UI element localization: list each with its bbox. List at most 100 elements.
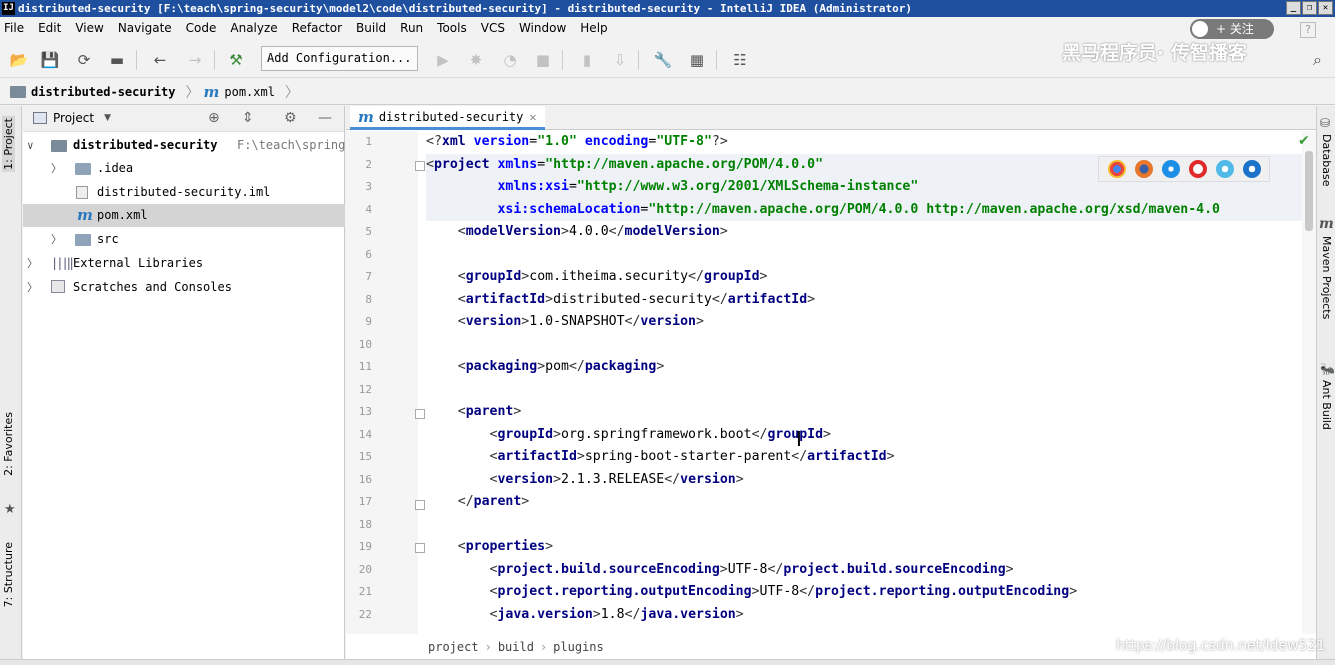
locate-icon[interactable]: ⊕ <box>208 110 220 126</box>
fold-marker-icon[interactable] <box>415 500 425 510</box>
breadcrumb-item[interactable]: build <box>498 640 534 654</box>
toolbar-separator <box>638 50 639 70</box>
structure-tool-button[interactable]: 7: Structure <box>2 542 15 607</box>
fold-marker-icon[interactable] <box>415 543 425 553</box>
open-folder-icon[interactable]: 📂 <box>9 50 29 70</box>
menu-navigate[interactable]: Navigate <box>118 21 172 35</box>
line-number: 16 <box>358 472 372 486</box>
fold-marker-icon[interactable] <box>415 409 425 419</box>
tree-item-scratches[interactable]: 〉 Scratches and Consoles <box>23 276 345 299</box>
sync-icon[interactable]: ⟳ <box>74 50 94 70</box>
tree-item-pom[interactable]: m pom.xml <box>23 204 345 227</box>
ant-build-tool-button[interactable]: Ant Build <box>1320 380 1333 430</box>
close-tab-icon[interactable]: ✕ <box>529 110 536 124</box>
follow-label: + 关注 <box>1216 22 1254 36</box>
vcs-update-icon[interactable]: ▮ <box>577 50 597 70</box>
menu-tools[interactable]: Tools <box>437 21 467 35</box>
module-folder-icon <box>51 140 67 152</box>
breadcrumb-item[interactable]: plugins <box>553 640 604 654</box>
chevron-right-icon[interactable]: 〉 <box>27 276 38 299</box>
breadcrumb-item[interactable]: project <box>428 640 479 654</box>
line-number: 19 <box>358 540 372 553</box>
collapse-all-icon[interactable]: ⇕ <box>242 110 254 126</box>
vcs-commit-icon[interactable]: ⇩ <box>610 50 630 70</box>
menu-run[interactable]: Run <box>400 21 423 35</box>
menu-code[interactable]: Code <box>186 21 217 35</box>
settings-wrench-icon[interactable]: 🔧 <box>653 50 673 70</box>
project-view-selector[interactable]: Project ▼ <box>33 111 111 125</box>
menu-vcs[interactable]: VCS <box>481 21 505 35</box>
navigation-bar: distributed-security 〉 m pom.xml 〉 <box>0 79 1335 105</box>
menu-window[interactable]: Window <box>519 21 566 35</box>
xml-breadcrumb: project › build › plugins <box>428 636 604 658</box>
add-configuration-button[interactable]: Add Configuration... <box>261 46 418 71</box>
folder-icon[interactable]: ▬ <box>107 50 127 70</box>
tree-item-idea[interactable]: 〉 .idea <box>23 157 345 180</box>
menu-build[interactable]: Build <box>356 21 386 35</box>
save-all-icon[interactable]: 💾 <box>40 50 60 70</box>
code-area[interactable]: <?xml version="1.0" encoding="UTF-8"?> <… <box>426 131 1302 634</box>
build-hammer-icon[interactable]: ⚒ <box>226 50 246 70</box>
iml-file-icon <box>76 186 88 199</box>
nav-file[interactable]: m pom.xml <box>204 83 275 101</box>
scrollbar-thumb[interactable] <box>1305 151 1313 231</box>
tree-item-src[interactable]: 〉 src <box>23 228 345 251</box>
debug-icon[interactable]: ✸ <box>466 50 486 70</box>
menu-analyze[interactable]: Analyze <box>230 21 277 35</box>
chrome-icon[interactable] <box>1107 160 1126 178</box>
opera-icon[interactable] <box>1188 160 1207 178</box>
chevron-right-icon[interactable]: 〉 <box>51 228 62 251</box>
menu-file[interactable]: File <box>4 21 24 35</box>
tree-item-iml[interactable]: distributed-security.iml <box>23 181 345 204</box>
toolbar-separator <box>562 50 563 70</box>
fold-marker-icon[interactable] <box>415 161 425 171</box>
back-arrow-icon[interactable]: ← <box>150 50 170 70</box>
editor-tab[interactable]: m distributed-security ✕ <box>350 106 545 130</box>
inspection-ok-icon[interactable]: ✔ <box>1298 133 1310 149</box>
search-everywhere-icon[interactable]: ⌕ <box>1313 50 1322 70</box>
close-button[interactable]: ✕ <box>1318 1 1333 15</box>
nav-project[interactable]: distributed-security <box>10 85 176 99</box>
gear-icon[interactable]: ⚙ <box>284 110 297 126</box>
chevron-down-icon[interactable]: ∨ <box>27 134 34 157</box>
tree-item-external-libraries[interactable]: 〉 |||‖ External Libraries <box>23 252 345 275</box>
code-line: xsi:schemaLocation="http://maven.apache.… <box>426 198 1302 221</box>
tree-item-root[interactable]: ∨ distributed-security F:\teach\spring <box>23 134 345 157</box>
chevron-right-icon[interactable]: 〉 <box>51 157 62 180</box>
line-number: 21 <box>358 585 372 598</box>
edge-icon[interactable] <box>1242 160 1261 178</box>
project-tool-button[interactable]: 1: Project <box>2 116 15 172</box>
csdn-watermark: https://blog.csdn.net/ldew521 <box>1116 638 1326 654</box>
coverage-icon[interactable]: ◔ <box>500 50 520 70</box>
favorites-tool-button[interactable]: 2: Favorites <box>2 412 15 476</box>
restore-button[interactable]: ❐ <box>1302 1 1317 15</box>
chevron-right-icon: 〉 <box>284 84 299 101</box>
browser-preview-bar <box>1098 156 1270 182</box>
menu-edit[interactable]: Edit <box>38 21 61 35</box>
help-icon[interactable]: ? <box>1300 22 1316 38</box>
project-structure-icon[interactable]: ▦ <box>687 50 707 70</box>
code-line: <version>2.1.3.RELEASE</version> <box>489 471 744 487</box>
hide-panel-icon[interactable]: — <box>318 110 332 126</box>
tree-item-label: .idea <box>97 161 134 175</box>
forward-arrow-icon[interactable]: → <box>185 50 205 70</box>
tasks-icon[interactable]: ☷ <box>730 50 750 70</box>
maven-tool-button[interactable]: Maven Projects <box>1320 236 1333 319</box>
minimize-button[interactable]: _ <box>1286 1 1301 15</box>
menu-help[interactable]: Help <box>580 21 607 35</box>
database-icon: ⛁ <box>1320 116 1331 130</box>
chevron-right-icon[interactable]: 〉 <box>27 252 38 275</box>
menu-refactor[interactable]: Refactor <box>292 21 342 35</box>
safari-icon[interactable] <box>1161 160 1180 178</box>
line-number: 4 <box>365 202 372 216</box>
stop-icon[interactable]: ■ <box>533 50 553 70</box>
database-tool-button[interactable]: Database <box>1320 134 1333 187</box>
menu-view[interactable]: View <box>75 21 103 35</box>
follow-button[interactable]: + 关注 <box>1190 19 1274 39</box>
internet-explorer-icon[interactable] <box>1215 160 1234 178</box>
editor-vertical-scrollbar[interactable] <box>1302 131 1316 634</box>
project-panel-header: Project ▼ ⊕ ⇕ ⚙ — <box>23 106 344 132</box>
firefox-icon[interactable] <box>1134 160 1153 178</box>
run-icon[interactable]: ▶ <box>433 50 453 70</box>
line-number: 12 <box>358 382 372 396</box>
